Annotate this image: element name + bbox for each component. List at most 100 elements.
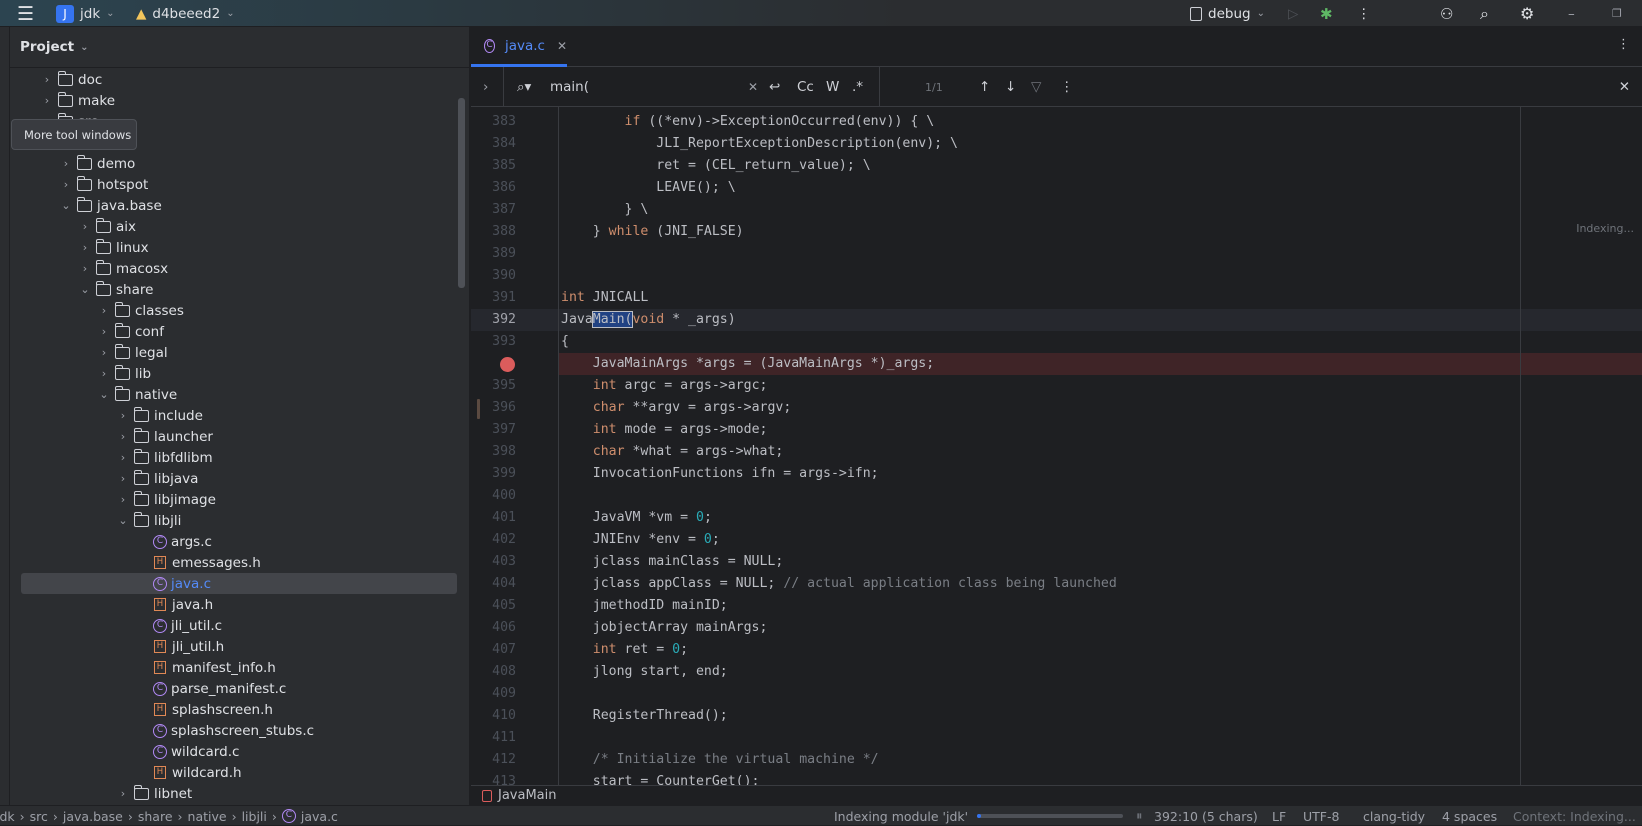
tree-item[interactable]: › linux: [10, 237, 458, 258]
main-menu-button[interactable]: ☰: [17, 0, 34, 27]
tree-item[interactable]: ⌄ share: [10, 279, 458, 300]
line-number[interactable]: 406: [471, 617, 516, 639]
line-number[interactable]: 411: [471, 727, 516, 749]
tree-item[interactable]: › include: [10, 405, 458, 426]
match-case-toggle[interactable]: Cc: [797, 67, 814, 107]
previous-occurrence-button[interactable]: ↑: [979, 67, 990, 107]
tree-item[interactable]: Cjava.c: [21, 573, 457, 594]
chevron-right-icon[interactable]: ›: [97, 304, 111, 317]
line-number[interactable]: 392: [471, 309, 516, 331]
line-number[interactable]: 404: [471, 573, 516, 595]
tree-item[interactable]: › libjava: [10, 468, 458, 489]
indent-setting[interactable]: 4 spaces: [1442, 806, 1497, 826]
code-inspector[interactable]: clang-tidy: [1363, 806, 1425, 826]
background-task[interactable]: Indexing module 'jdk' ⏸: [834, 806, 1142, 826]
tree-item[interactable]: › doc: [10, 69, 458, 90]
chevron-right-icon[interactable]: ›: [116, 472, 130, 485]
project-switcher[interactable]: J jdk ⌄: [56, 0, 115, 27]
find-options-button[interactable]: ⋮: [1060, 67, 1074, 107]
tree-item[interactable]: Csplashscreen_stubs.c: [10, 720, 458, 741]
settings-button[interactable]: ⚙: [1520, 0, 1534, 27]
tree-item[interactable]: › classes: [10, 300, 458, 321]
breadcrumb-function[interactable]: JavaMain: [498, 788, 557, 803]
chevron-right-icon[interactable]: ›: [78, 241, 92, 254]
tree-item[interactable]: › libnet: [10, 783, 458, 804]
line-number[interactable]: 395: [471, 375, 516, 397]
tree-item[interactable]: ⌄ libjli: [10, 510, 458, 531]
run-button[interactable]: ▷: [1288, 0, 1298, 27]
tree-item[interactable]: › libfdlibm: [10, 447, 458, 468]
clear-search-button[interactable]: ✕: [748, 67, 758, 107]
project-scrollbar[interactable]: [458, 98, 465, 288]
new-line-button[interactable]: ↩: [769, 67, 780, 107]
close-find-button[interactable]: ✕: [1619, 67, 1630, 107]
line-number[interactable]: 393: [471, 331, 516, 353]
pause-icon[interactable]: ⏸: [1136, 808, 1142, 824]
line-number[interactable]: 407: [471, 639, 516, 661]
line-number[interactable]: 384: [471, 133, 516, 155]
chevron-right-icon[interactable]: ›: [116, 493, 130, 506]
chevron-right-icon[interactable]: ›: [116, 430, 130, 443]
path-segment[interactable]: share: [138, 809, 173, 824]
line-number[interactable]: 397: [471, 419, 516, 441]
tree-item[interactable]: Hmanifest_info.h: [10, 657, 458, 678]
tree-item[interactable]: › legal: [10, 342, 458, 363]
line-number[interactable]: 413: [471, 771, 516, 785]
chevron-down-icon[interactable]: ⌄: [59, 199, 73, 212]
debug-button[interactable]: ✱: [1320, 0, 1333, 27]
line-number[interactable]: 388: [471, 221, 516, 243]
chevron-down-icon[interactable]: ⌄: [97, 388, 111, 401]
tool-window-stripe[interactable]: [0, 27, 10, 805]
tree-item[interactable]: ⌄ java.base: [10, 195, 458, 216]
path-segment[interactable]: java.c: [301, 809, 338, 824]
expand-replace-toggle[interactable]: ›: [483, 67, 488, 107]
tree-item[interactable]: ⌄ native: [10, 384, 458, 405]
file-encoding[interactable]: UTF-8: [1303, 806, 1339, 826]
chevron-right-icon[interactable]: ›: [78, 262, 92, 275]
breakpoint-icon[interactable]: [500, 357, 515, 372]
filter-button[interactable]: ▽: [1031, 67, 1041, 107]
code-editor[interactable]: 383 if ((*env)->ExceptionOccurred(env)) …: [471, 107, 1642, 785]
change-marker[interactable]: [477, 399, 480, 419]
line-number[interactable]: 383: [471, 111, 516, 133]
line-number[interactable]: 391: [471, 287, 516, 309]
path-segment[interactable]: native: [188, 809, 227, 824]
tree-item[interactable]: › launcher: [10, 426, 458, 447]
line-number[interactable]: 401: [471, 507, 516, 529]
tree-item[interactable]: Cwildcard.c: [10, 741, 458, 762]
project-view-selector[interactable]: Project ⌄: [20, 39, 88, 55]
chevron-right-icon[interactable]: ›: [97, 346, 111, 359]
chevron-down-icon[interactable]: ⌄: [116, 514, 130, 527]
line-number[interactable]: 412: [471, 749, 516, 771]
next-occurrence-button[interactable]: ↓: [1005, 67, 1016, 107]
close-icon[interactable]: ✕: [557, 39, 567, 53]
line-number[interactable]: 405: [471, 595, 516, 617]
line-number[interactable]: 398: [471, 441, 516, 463]
tree-item[interactable]: Cjli_util.c: [10, 615, 458, 636]
path-segment[interactable]: src: [30, 809, 48, 824]
line-number[interactable]: 385: [471, 155, 516, 177]
regex-toggle[interactable]: .*: [852, 67, 863, 107]
chevron-down-icon[interactable]: ⌄: [78, 283, 92, 296]
tree-item[interactable]: › macosx: [10, 258, 458, 279]
line-number[interactable]: 410: [471, 705, 516, 727]
tree-item[interactable]: Hjava.h: [10, 594, 458, 615]
code-with-me-button[interactable]: ⚇: [1440, 0, 1453, 27]
line-number[interactable]: 386: [471, 177, 516, 199]
chevron-right-icon[interactable]: ›: [59, 178, 73, 191]
line-number[interactable]: 403: [471, 551, 516, 573]
line-number[interactable]: 389: [471, 243, 516, 265]
chevron-right-icon[interactable]: ›: [97, 367, 111, 380]
tab-options-button[interactable]: ⋮: [1617, 37, 1630, 52]
resolve-context[interactable]: Context: Indexing...: [1513, 806, 1636, 826]
tree-item[interactable]: › conf: [10, 321, 458, 342]
path-segment[interactable]: libjli: [242, 809, 267, 824]
line-number[interactable]: 399: [471, 463, 516, 485]
tree-item[interactable]: › libjimage: [10, 489, 458, 510]
tree-item[interactable]: Hsplashscreen.h: [10, 699, 458, 720]
path-segment[interactable]: java.base: [63, 809, 123, 824]
find-input[interactable]: main(: [550, 67, 750, 107]
tree-item[interactable]: › lib: [10, 363, 458, 384]
line-number[interactable]: 387: [471, 199, 516, 221]
line-separator[interactable]: LF: [1272, 806, 1286, 826]
